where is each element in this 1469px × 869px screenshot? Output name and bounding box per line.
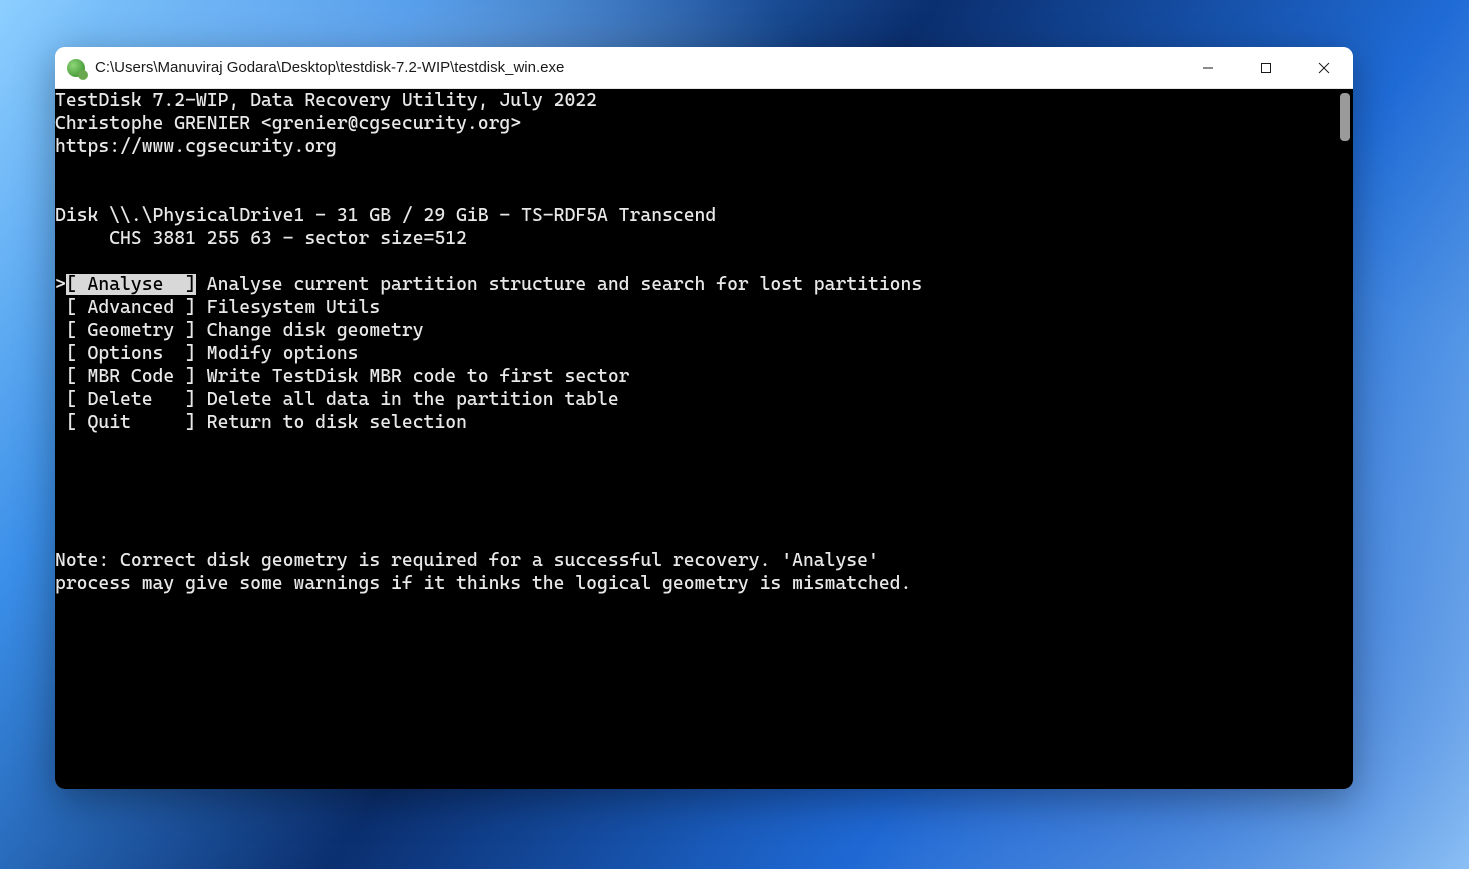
header-line: https://www.cgsecurity.org bbox=[55, 136, 337, 157]
menu-label: [ Delete ] bbox=[55, 389, 196, 410]
menu-item-advanced[interactable]: [ Advanced ] Filesystem Utils bbox=[55, 296, 1335, 319]
menu-desc: Analyse current partition structure and … bbox=[196, 274, 922, 295]
menu-label: [ Geometry ] bbox=[55, 320, 196, 341]
disk-info-line: CHS 3881 255 63 - sector size=512 bbox=[55, 228, 467, 249]
titlebar[interactable]: C:\Users\Manuviraj Godara\Desktop\testdi… bbox=[55, 47, 1353, 89]
window-title: C:\Users\Manuviraj Godara\Desktop\testdi… bbox=[95, 59, 1179, 76]
menu-marker: > bbox=[55, 274, 66, 295]
menu-label: [ Quit ] bbox=[55, 412, 196, 433]
menu-item-mbrcode[interactable]: [ MBR Code ] Write TestDisk MBR code to … bbox=[55, 365, 1335, 388]
window-controls bbox=[1179, 47, 1353, 88]
disk-info-line: Disk \\.\PhysicalDrive1 - 31 GB / 29 GiB… bbox=[55, 205, 716, 226]
menu-label: [ MBR Code ] bbox=[55, 366, 196, 387]
menu-desc: Filesystem Utils bbox=[196, 297, 380, 318]
scrollbar-thumb[interactable] bbox=[1340, 93, 1350, 141]
menu-desc: Modify options bbox=[196, 343, 359, 364]
menu-item-analyse[interactable]: >[ Analyse ] Analyse current partition s… bbox=[55, 273, 1335, 296]
note-line: Note: Correct disk geometry is required … bbox=[55, 550, 879, 571]
menu-item-options[interactable]: [ Options ] Modify options bbox=[55, 342, 1335, 365]
menu-label: [ Analyse ] bbox=[66, 274, 196, 295]
minimize-icon bbox=[1202, 62, 1214, 74]
menu-desc: Return to disk selection bbox=[196, 412, 467, 433]
menu-item-quit[interactable]: [ Quit ] Return to disk selection bbox=[55, 411, 1335, 434]
maximize-button[interactable] bbox=[1237, 47, 1295, 88]
menu-label: [ Options ] bbox=[55, 343, 196, 364]
minimize-button[interactable] bbox=[1179, 47, 1237, 88]
menu-desc: Write TestDisk MBR code to first sector bbox=[196, 366, 630, 387]
scrollbar-track[interactable] bbox=[1335, 89, 1353, 789]
close-icon bbox=[1318, 62, 1330, 74]
terminal[interactable]: TestDisk 7.2-WIP, Data Recovery Utility,… bbox=[55, 89, 1353, 789]
menu-item-geometry[interactable]: [ Geometry ] Change disk geometry bbox=[55, 319, 1335, 342]
menu-label: [ Advanced ] bbox=[55, 297, 196, 318]
app-window: C:\Users\Manuviraj Godara\Desktop\testdi… bbox=[55, 47, 1353, 789]
maximize-icon bbox=[1260, 62, 1272, 74]
close-button[interactable] bbox=[1295, 47, 1353, 88]
menu-desc: Change disk geometry bbox=[196, 320, 424, 341]
terminal-content: TestDisk 7.2-WIP, Data Recovery Utility,… bbox=[55, 89, 1335, 595]
header-line: Christophe GRENIER <grenier@cgsecurity.o… bbox=[55, 113, 521, 134]
menu-item-delete[interactable]: [ Delete ] Delete all data in the partit… bbox=[55, 388, 1335, 411]
note-line: process may give some warnings if it thi… bbox=[55, 573, 911, 594]
app-icon bbox=[67, 59, 85, 77]
header-line: TestDisk 7.2-WIP, Data Recovery Utility,… bbox=[55, 90, 597, 111]
menu-desc: Delete all data in the partition table bbox=[196, 389, 619, 410]
